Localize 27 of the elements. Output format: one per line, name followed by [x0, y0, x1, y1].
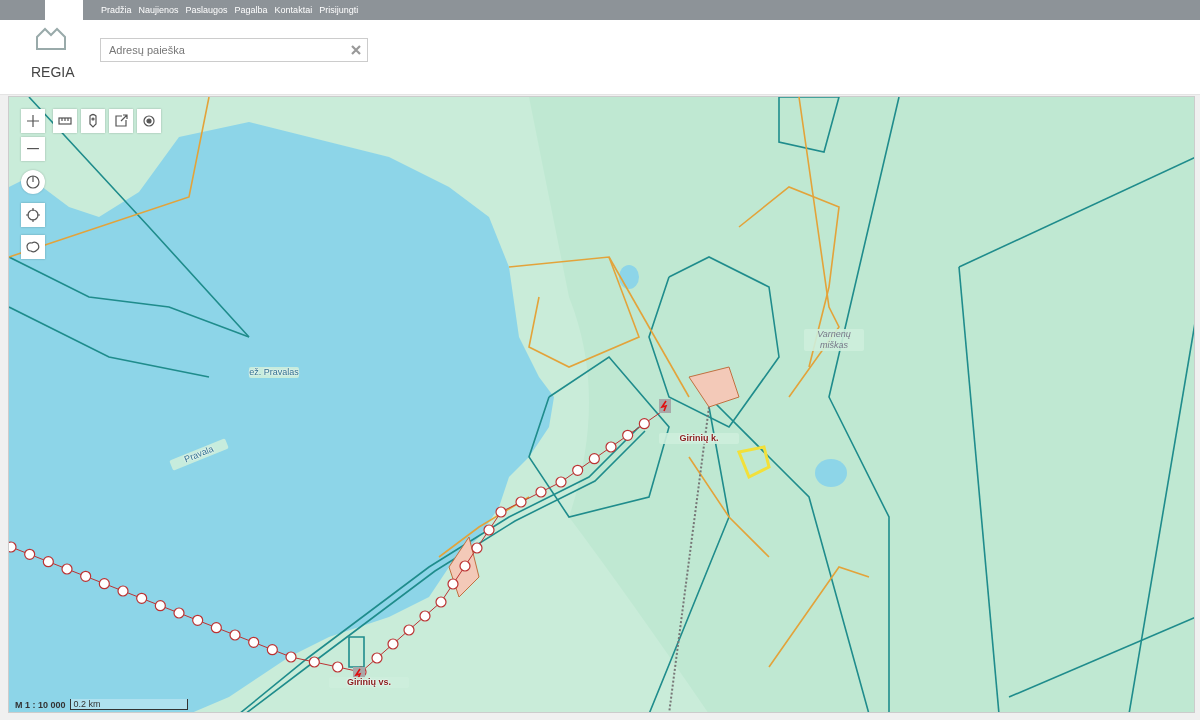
nav-link[interactable]: Pagalba [234, 5, 268, 15]
share-icon [113, 113, 129, 129]
country-outline-button[interactable] [21, 235, 45, 259]
target-button[interactable] [137, 109, 161, 133]
nav-link[interactable]: Pradžia [101, 5, 132, 15]
nav-link[interactable]: Prisijungti [319, 5, 359, 15]
country-outline-icon [25, 239, 41, 255]
forest-label: Varnenų miškas [804, 329, 864, 351]
scale-bar: 0.2 km [69, 699, 188, 710]
place-label: Girinių vs. [329, 677, 409, 688]
zoom-in-icon [25, 113, 41, 129]
scale-ratio: M 1 : 10 000 [15, 700, 66, 710]
locate-button[interactable] [21, 203, 45, 227]
zoom-in-button[interactable] [21, 109, 45, 133]
ruler-button[interactable] [53, 109, 77, 133]
locate-icon [25, 207, 41, 223]
map-pin-button[interactable] [81, 109, 105, 133]
place-label: Girinių k. [659, 433, 739, 444]
search-field[interactable]: Adresų paieška [100, 38, 368, 62]
logo-text: REGIA [31, 64, 75, 80]
nav-link[interactable]: Naujienos [138, 5, 179, 15]
water-label: ež. Pravalas [249, 367, 299, 378]
nav-link[interactable]: Paslaugos [185, 5, 228, 15]
target-icon [141, 113, 157, 129]
share-button[interactable] [109, 109, 133, 133]
clear-icon[interactable] [351, 45, 361, 55]
nav-link[interactable]: Kontaktai [274, 5, 313, 15]
